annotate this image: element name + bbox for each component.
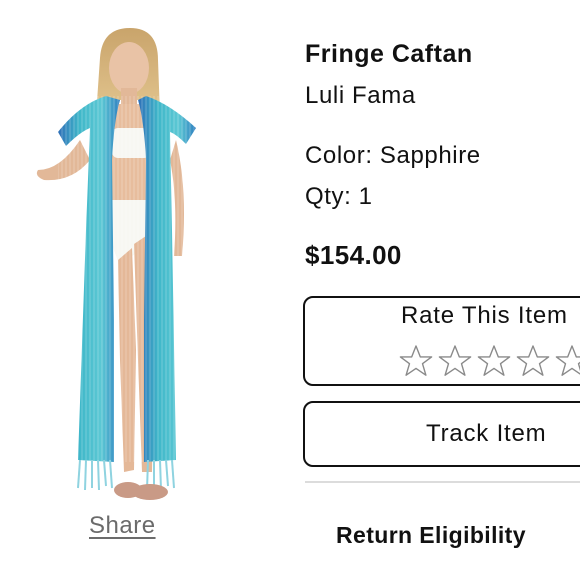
star-1-icon[interactable]	[399, 344, 433, 378]
product-price: $154.00	[305, 240, 402, 270]
product-color: Color: Sapphire	[305, 142, 481, 169]
track-item-label: Track Item	[426, 420, 547, 447]
return-eligibility-heading[interactable]: Return Eligibility	[336, 522, 526, 549]
product-image[interactable]	[20, 20, 230, 505]
track-item-button[interactable]: Track Item	[303, 401, 580, 467]
star-rating	[399, 344, 580, 378]
star-3-icon[interactable]	[477, 344, 511, 378]
model-wearing-caftan-illustration	[36, 28, 198, 500]
product-quantity: Qty: 1	[305, 183, 373, 210]
star-4-icon[interactable]	[516, 344, 550, 378]
rate-item-label: Rate This Item	[401, 302, 568, 329]
product-brand: Luli Fama	[305, 82, 416, 109]
divider	[305, 481, 580, 483]
star-2-icon[interactable]	[438, 344, 472, 378]
rate-item-panel: Rate This Item	[303, 296, 580, 386]
share-link[interactable]: Share	[89, 512, 156, 540]
product-title: Fringe Caftan	[305, 40, 473, 68]
star-5-icon[interactable]	[555, 344, 580, 378]
